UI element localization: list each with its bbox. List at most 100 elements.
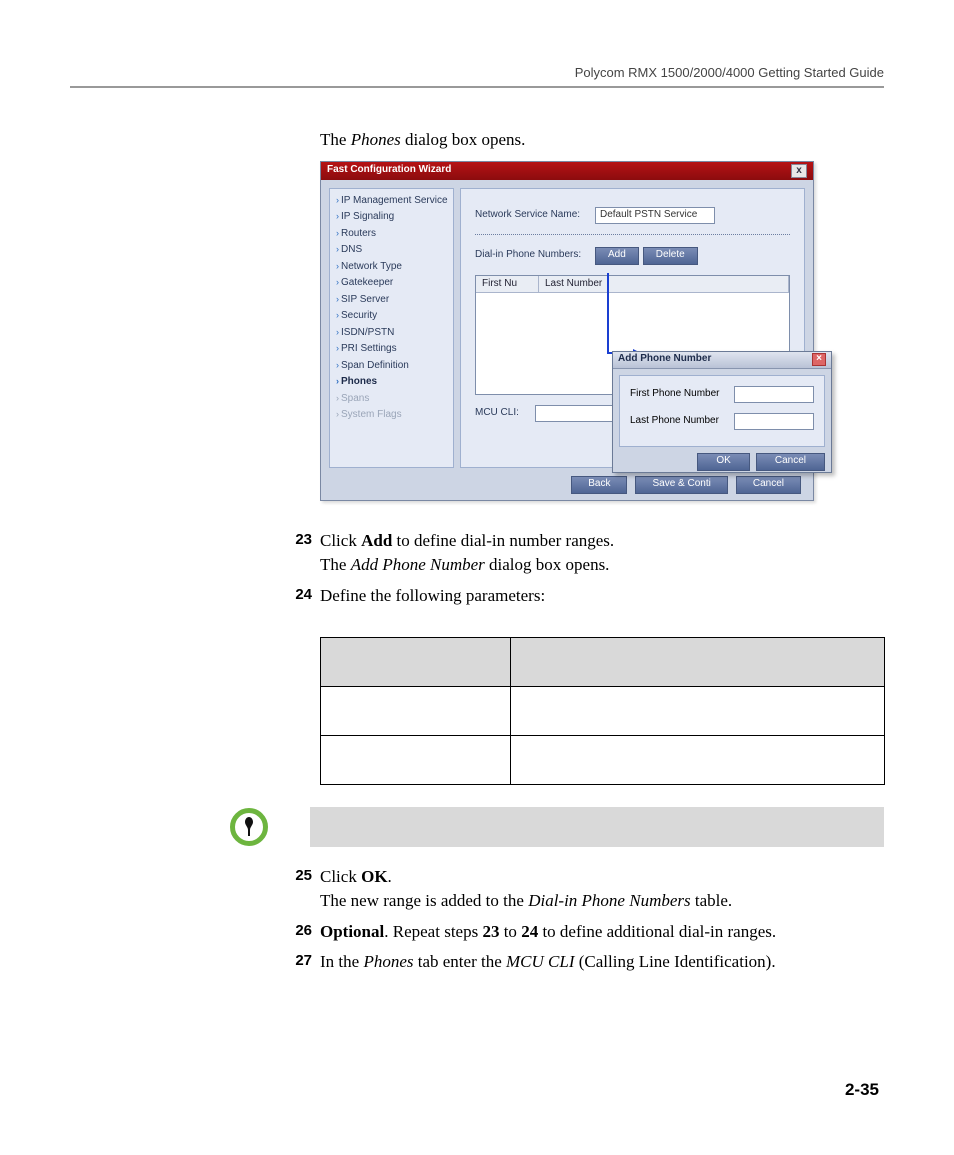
mcu-label: MCU CLI: xyxy=(475,406,535,421)
chevron-right-icon: › xyxy=(336,376,339,386)
service-name-row: Network Service Name: Default PSTN Servi… xyxy=(475,207,790,224)
sidebar-label: IP Signaling xyxy=(341,211,394,222)
grid-header: First Nu Last Number xyxy=(476,276,789,294)
sidebar-item[interactable]: ›Gatekeeper xyxy=(334,275,449,292)
table-header-cell xyxy=(511,637,885,686)
intro-line: The Phones dialog box opens. xyxy=(320,128,884,153)
sub-dialog-buttons: OK Cancel xyxy=(613,453,825,471)
step-23: 23 Click Add to define dial-in number ra… xyxy=(320,529,884,578)
step-body: Click OK. The new range is added to the … xyxy=(320,865,884,914)
sidebar-item[interactable]: ›Routers xyxy=(334,226,449,243)
table-cell xyxy=(321,686,511,735)
steps-block-2: 25 Click OK. The new range is added to t… xyxy=(320,865,884,976)
table-cell xyxy=(321,735,511,784)
step-25: 25 Click OK. The new range is added to t… xyxy=(320,865,884,914)
wizard-footer: Back Save & Conti Cancel xyxy=(563,476,801,494)
first-number-input[interactable] xyxy=(734,386,814,403)
chevron-right-icon: › xyxy=(336,244,339,254)
sidebar-label: PRI Settings xyxy=(341,343,397,354)
delete-button[interactable]: Delete xyxy=(643,247,698,265)
sidebar-label: IP Management Service xyxy=(341,195,448,206)
section-divider xyxy=(475,234,790,235)
sidebar-label: DNS xyxy=(341,244,362,255)
save-continue-button[interactable]: Save & Conti xyxy=(635,476,727,494)
close-icon[interactable]: × xyxy=(812,353,826,366)
table-header-cell xyxy=(321,637,511,686)
action-word: OK xyxy=(361,867,387,886)
steps-block-1: 23 Click Add to define dial-in number ra… xyxy=(320,529,884,609)
intro-pre: The xyxy=(320,130,351,149)
chevron-right-icon: › xyxy=(336,409,339,419)
step-body: In the Phones tab enter the MCU CLI (Cal… xyxy=(320,950,884,975)
text: to xyxy=(499,922,521,941)
step-body: Optional. Repeat steps 23 to 24 to defin… xyxy=(320,920,884,945)
header-guide-title: Polycom RMX 1500/2000/4000 Getting Start… xyxy=(70,65,884,80)
text: . xyxy=(388,867,392,886)
chevron-right-icon: › xyxy=(336,195,339,205)
sidebar-item[interactable]: ›Network Type xyxy=(334,259,449,276)
header-divider xyxy=(70,86,884,88)
step-number: 26 xyxy=(278,920,320,945)
wizard-title: Fast Configuration Wizard xyxy=(327,163,451,178)
chevron-right-icon: › xyxy=(336,261,339,271)
sidebar-item[interactable]: ›PRI Settings xyxy=(334,341,449,358)
add-phone-dialog: Add Phone Number × First Phone Number La… xyxy=(612,351,832,473)
sub-dialog-title: Add Phone Number xyxy=(618,352,711,367)
text: . Repeat steps xyxy=(384,922,482,941)
text: In the xyxy=(320,952,363,971)
content-block: The Phones dialog box opens. Fast Config… xyxy=(320,128,884,975)
parameter-table xyxy=(320,637,885,785)
first-number-label: First Phone Number xyxy=(630,387,719,402)
dialog-name: Add Phone Number xyxy=(351,555,485,574)
sidebar-item[interactable]: ›Span Definition xyxy=(334,358,449,375)
sidebar-item[interactable]: ›IP Management Service xyxy=(334,193,449,210)
chevron-right-icon: › xyxy=(336,310,339,320)
note-bar xyxy=(310,807,884,847)
text: The xyxy=(320,555,351,574)
last-number-label: Last Phone Number xyxy=(630,414,719,429)
service-name-input[interactable]: Default PSTN Service xyxy=(595,207,715,224)
sidebar-label: Span Definition xyxy=(341,360,409,371)
sidebar-item[interactable]: ›IP Signaling xyxy=(334,209,449,226)
step-number: 24 xyxy=(278,584,320,609)
step-number: 23 xyxy=(278,529,320,578)
field-name: MCU CLI xyxy=(506,952,574,971)
sidebar-label: Spans xyxy=(341,393,369,404)
text: to define additional dial-in ranges. xyxy=(538,922,776,941)
wizard-sidebar: ›IP Management Service ›IP Signaling ›Ro… xyxy=(329,188,454,468)
sidebar-item[interactable]: ›SIP Server xyxy=(334,292,449,309)
first-number-row: First Phone Number xyxy=(630,386,814,403)
chevron-right-icon: › xyxy=(336,228,339,238)
sub-dialog-body: First Phone Number Last Phone Number xyxy=(619,375,825,447)
sidebar-label: Routers xyxy=(341,228,376,239)
text: dialog box opens. xyxy=(485,555,610,574)
sidebar-label: Gatekeeper xyxy=(341,277,393,288)
intro-dialog-name: Phones xyxy=(351,130,401,149)
intro-post: dialog box opens. xyxy=(401,130,526,149)
table-name: Dial-in Phone Numbers xyxy=(528,891,690,910)
step-26: 26 Optional. Repeat steps 23 to 24 to de… xyxy=(320,920,884,945)
last-number-input[interactable] xyxy=(734,413,814,430)
sidebar-item[interactable]: ›ISDN/PSTN xyxy=(334,325,449,342)
ok-button[interactable]: OK xyxy=(697,453,749,471)
close-icon[interactable]: x xyxy=(791,164,807,178)
sidebar-item[interactable]: ›DNS xyxy=(334,242,449,259)
grid-col-first: First Nu xyxy=(476,276,539,293)
step-ref: 24 xyxy=(521,922,538,941)
sidebar-item-active[interactable]: ›Phones xyxy=(334,374,449,391)
sidebar-item[interactable]: ›Security xyxy=(334,308,449,325)
table-cell xyxy=(511,735,885,784)
tab-name: Phones xyxy=(363,952,413,971)
cancel-button[interactable]: Cancel xyxy=(736,476,801,494)
optional-label: Optional xyxy=(320,922,384,941)
page-number: 2-35 xyxy=(845,1080,879,1100)
sidebar-label: System Flags xyxy=(341,409,402,420)
sub-cancel-button[interactable]: Cancel xyxy=(756,453,825,471)
add-button[interactable]: Add xyxy=(595,247,639,265)
chevron-right-icon: › xyxy=(336,343,339,353)
back-button[interactable]: Back xyxy=(571,476,627,494)
step-body: Click Add to define dial-in number range… xyxy=(320,529,884,578)
table-row xyxy=(321,686,885,735)
step-24: 24 Define the following parameters: xyxy=(320,584,884,609)
step-number: 27 xyxy=(278,950,320,975)
